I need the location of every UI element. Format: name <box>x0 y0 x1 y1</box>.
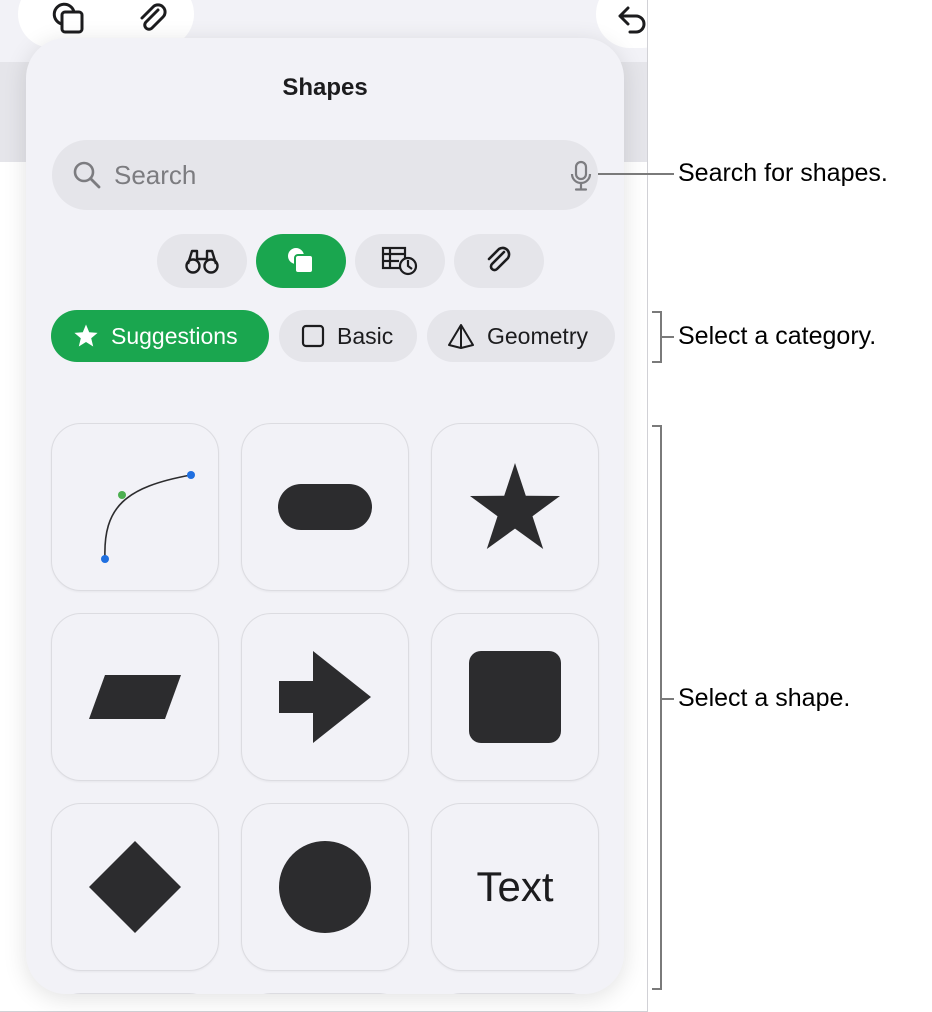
category-suggestions[interactable]: Suggestions <box>51 310 269 362</box>
square-outline-icon <box>301 324 325 348</box>
table-chart-icon <box>381 246 418 276</box>
shape-parallelogram[interactable] <box>51 613 219 781</box>
shapes-popover: Shapes Search Suggestions Basic Geometry… <box>26 38 624 994</box>
callout-bracket-shape-bottom <box>652 988 662 990</box>
search-icon <box>73 161 101 189</box>
search-field[interactable] <box>52 140 598 210</box>
undo-icon[interactable] <box>614 4 648 38</box>
shape-text[interactable]: Text <box>431 803 599 971</box>
callout-category: Select a category. <box>678 322 877 350</box>
shapes-icon <box>288 248 314 274</box>
shape-diamond[interactable] <box>51 803 219 971</box>
shape-row-partial <box>241 993 409 994</box>
callout-bracket-shape-top <box>652 425 662 427</box>
popover-title: Shapes <box>282 74 368 101</box>
insert-type-tabs <box>157 234 544 288</box>
arrow-shape <box>279 651 371 743</box>
callout-bracket-category-bottom <box>652 361 662 363</box>
microphone-icon[interactable] <box>570 160 592 192</box>
shape-curve[interactable] <box>51 423 219 591</box>
category-label: Basic <box>337 322 394 349</box>
curve-shape <box>101 471 195 563</box>
paperclip-icon <box>487 246 511 272</box>
pyramid-icon <box>447 323 475 349</box>
tab-media-browse[interactable] <box>157 234 247 288</box>
parallelogram-shape <box>89 675 181 719</box>
shape-rounded-square[interactable] <box>431 613 599 781</box>
shape-row-partial <box>51 993 219 994</box>
category-basic[interactable]: Basic <box>279 310 417 362</box>
shape-arrow[interactable] <box>241 613 409 781</box>
star-icon <box>73 323 99 349</box>
search-input[interactable] <box>114 140 534 210</box>
category-label: Geometry <box>487 322 588 349</box>
circle-shape <box>279 841 371 933</box>
text-shape-label: Text <box>476 863 554 910</box>
shape-rounded-rectangle[interactable] <box>241 423 409 591</box>
shape-star[interactable] <box>431 423 599 591</box>
diamond-shape <box>89 841 181 933</box>
callout-search: Search for shapes. <box>678 159 888 187</box>
star-shape <box>470 463 560 549</box>
rounded-rectangle-shape <box>278 484 372 530</box>
category-label: Suggestions <box>111 322 238 349</box>
attachment-icon[interactable] <box>136 2 170 36</box>
binoculars-icon <box>185 249 219 274</box>
tab-shapes[interactable] <box>256 234 346 288</box>
category-geometry[interactable]: Geometry <box>427 310 615 362</box>
callout-tick-category <box>660 336 674 338</box>
callout-line-search <box>598 173 674 175</box>
callout-shape: Select a shape. <box>678 684 851 712</box>
callout-bracket-shape <box>660 425 662 990</box>
shape-circle[interactable] <box>241 803 409 971</box>
rounded-square-shape <box>469 651 561 743</box>
tab-attachments[interactable] <box>454 234 544 288</box>
callout-tick-shape <box>660 698 674 700</box>
callout-bracket-category-top <box>652 311 662 313</box>
shapes-insert-icon[interactable] <box>52 2 86 36</box>
shape-row-partial <box>431 993 599 994</box>
tab-tables-charts[interactable] <box>355 234 445 288</box>
